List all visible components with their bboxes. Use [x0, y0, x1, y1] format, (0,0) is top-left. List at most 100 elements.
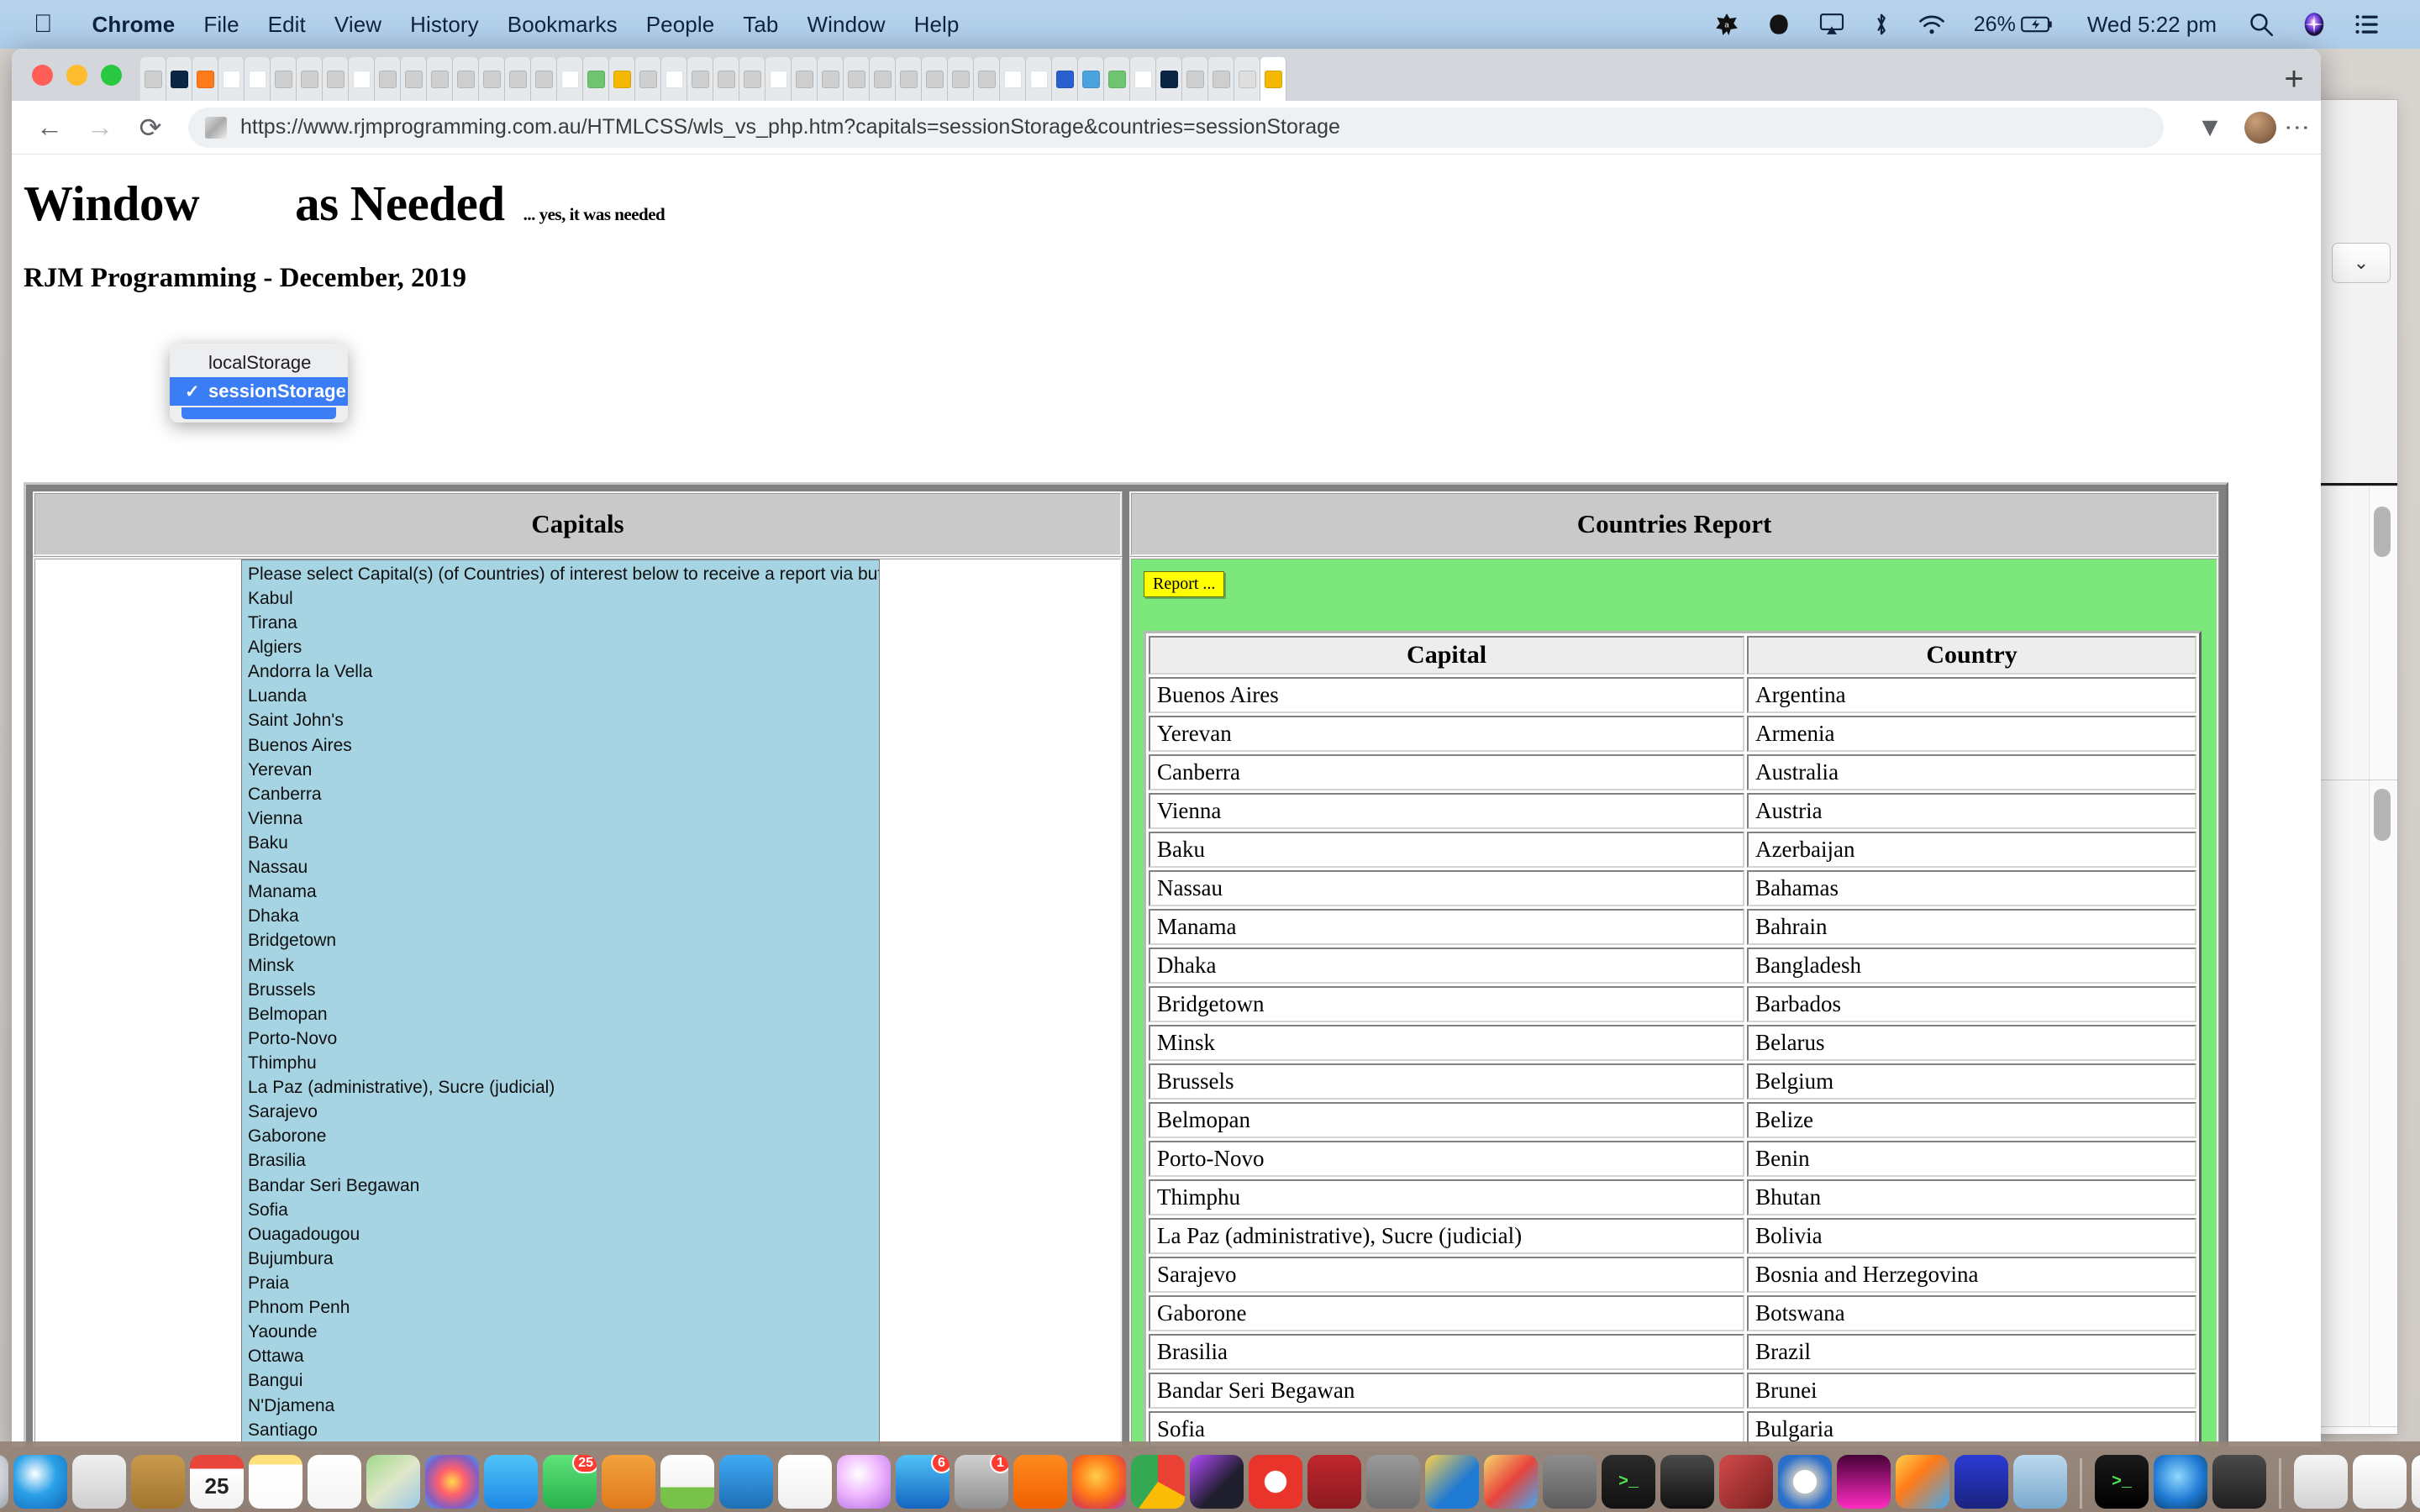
select-option-localstorage[interactable]: localStorage — [170, 349, 348, 377]
report-button[interactable]: Report ... — [1144, 571, 1225, 597]
capitals-listbox[interactable]: Please select Capital(s) (of Countries) … — [241, 559, 880, 1446]
browser-tab[interactable] — [140, 57, 166, 101]
capitals-listbox-option[interactable]: Bangui — [245, 1369, 879, 1394]
launchpad-icon[interactable] — [0, 1455, 8, 1509]
adobe-xd-icon[interactable] — [1837, 1455, 1891, 1509]
capitals-listbox-option[interactable]: Gaborone — [245, 1125, 879, 1149]
browser-tab[interactable] — [1026, 57, 1052, 101]
downloads-icon[interactable]: ▼ — [2187, 105, 2233, 150]
control-center-icon[interactable] — [2341, 13, 2393, 35]
gimp-icon[interactable] — [1543, 1455, 1597, 1509]
browser-tab[interactable] — [765, 57, 792, 101]
capitals-listbox-option[interactable]: Andorra la Vella — [245, 659, 879, 684]
calendar-icon[interactable]: 25 — [190, 1455, 244, 1509]
browser-tab[interactable] — [713, 57, 739, 101]
browser-tab[interactable] — [583, 57, 609, 101]
browser-tab[interactable] — [427, 57, 453, 101]
system-preferences-icon[interactable]: 1 — [955, 1455, 1008, 1509]
minimize-window-button[interactable] — [66, 65, 87, 86]
browser-tab[interactable] — [1052, 57, 1078, 101]
keynote-icon[interactable] — [719, 1455, 773, 1509]
airplay-icon[interactable] — [1805, 13, 1859, 35]
capitals-listbox-option[interactable]: Brussels — [245, 978, 879, 1002]
maximize-window-button[interactable] — [101, 65, 122, 86]
browser-tab[interactable] — [297, 57, 323, 101]
capitals-listbox-option[interactable]: Ouagadougou — [245, 1222, 879, 1247]
capitals-listbox-option[interactable]: Porto-Novo — [245, 1026, 879, 1051]
select-option-sessionstorage[interactable]: ✓ sessionStorage — [170, 377, 348, 406]
reload-button[interactable]: ⟳ — [128, 105, 173, 150]
capitals-listbox-option[interactable]: Tirana — [245, 611, 879, 635]
news-icon[interactable] — [778, 1455, 832, 1509]
browser-tab[interactable] — [375, 57, 401, 101]
capitals-listbox-option[interactable]: Saint John's — [245, 709, 879, 733]
browser-tab[interactable] — [245, 57, 271, 101]
wifi-icon[interactable] — [1904, 13, 1960, 35]
capitals-listbox-option[interactable]: Belmopan — [245, 1002, 879, 1026]
browser-tab[interactable] — [349, 57, 375, 101]
address-bar[interactable]: https://www.rjmprogramming.com.au/HTMLCS… — [188, 107, 2164, 148]
capitals-listbox-option[interactable]: Sarajevo — [245, 1100, 879, 1124]
close-window-button[interactable] — [32, 65, 53, 86]
photos-icon[interactable] — [425, 1455, 479, 1509]
notes-icon[interactable] — [249, 1455, 302, 1509]
capitals-listbox-option[interactable]: Vienna — [245, 806, 879, 831]
browser-tab[interactable] — [505, 57, 531, 101]
menu-item-people[interactable]: People — [632, 12, 729, 38]
avast-icon[interactable] — [1013, 1455, 1067, 1509]
profile-avatar[interactable] — [2244, 111, 2276, 144]
browser-tab[interactable] — [531, 57, 557, 101]
capitals-listbox-option[interactable]: N'Djamena — [245, 1394, 879, 1418]
capitals-listbox-option[interactable]: Thimphu — [245, 1051, 879, 1075]
capitals-listbox-option[interactable]: Yerevan — [245, 758, 879, 782]
itunes-icon[interactable] — [837, 1455, 891, 1509]
browser-tab[interactable] — [844, 57, 870, 101]
capitals-listbox-option[interactable]: Bridgetown — [245, 929, 879, 953]
browser-tab[interactable] — [870, 57, 896, 101]
battery-indicator[interactable]: 26% — [1960, 13, 2069, 37]
menu-item-view[interactable]: View — [320, 12, 396, 38]
messages-icon[interactable] — [484, 1455, 538, 1509]
search-icon[interactable] — [2235, 13, 2287, 36]
capitals-listbox-option[interactable]: Algiers — [245, 635, 879, 659]
browser-tab[interactable] — [896, 57, 922, 101]
browser-tab[interactable] — [635, 57, 661, 101]
browser-tab[interactable] — [1130, 57, 1156, 101]
browser-tab[interactable] — [323, 57, 349, 101]
capitals-listbox-prompt[interactable]: Please select Capital(s) (of Countries) … — [245, 562, 879, 586]
browser-tab[interactable] — [1104, 57, 1130, 101]
contacts-icon[interactable] — [131, 1455, 185, 1509]
capitals-listbox-option[interactable]: Santiago — [245, 1418, 879, 1442]
menu-item-history[interactable]: History — [396, 12, 493, 38]
terminal-icon[interactable]: >_ — [1602, 1455, 1655, 1509]
menu-item-help[interactable]: Help — [900, 12, 974, 38]
capitals-listbox-option[interactable]: Sofia — [245, 1198, 879, 1222]
browser-tab[interactable] — [818, 57, 844, 101]
printer-icon[interactable] — [2212, 1455, 2266, 1509]
scrollbar-thumb[interactable] — [2374, 507, 2391, 557]
browser-tab[interactable] — [974, 57, 1000, 101]
evernote-icon[interactable] — [1366, 1455, 1420, 1509]
exec-icon[interactable]: >_ — [2095, 1455, 2149, 1509]
capitals-listbox-option[interactable]: Ottawa — [245, 1345, 879, 1369]
avast-icon[interactable]: a — [1701, 13, 1753, 36]
browser-tab[interactable] — [1000, 57, 1026, 101]
menu-item-window[interactable]: Window — [793, 12, 900, 38]
siri-icon[interactable] — [2287, 12, 2341, 37]
capitals-listbox-option[interactable]: Bujumbura — [245, 1247, 879, 1271]
browser-tab[interactable] — [687, 57, 713, 101]
browser-tab[interactable] — [166, 57, 192, 101]
photobooth-icon[interactable] — [1719, 1455, 1773, 1509]
capitals-listbox-option[interactable]: Dhaka — [245, 905, 879, 929]
menu-clock[interactable]: Wed 5:22 pm — [2069, 12, 2235, 38]
new-tab-button[interactable]: + — [2272, 57, 2316, 101]
browser-tab[interactable] — [1156, 57, 1182, 101]
rstudio-icon[interactable] — [1778, 1455, 1832, 1509]
menu-item-tab[interactable]: Tab — [729, 12, 792, 38]
paintbrush-icon[interactable] — [1484, 1455, 1538, 1509]
browser-tab[interactable] — [609, 57, 635, 101]
browser-tab[interactable] — [792, 57, 818, 101]
browser-tab[interactable] — [1260, 57, 1286, 101]
bluetooth-icon[interactable] — [1859, 12, 1904, 37]
document-stack-1[interactable] — [2353, 1455, 2407, 1509]
